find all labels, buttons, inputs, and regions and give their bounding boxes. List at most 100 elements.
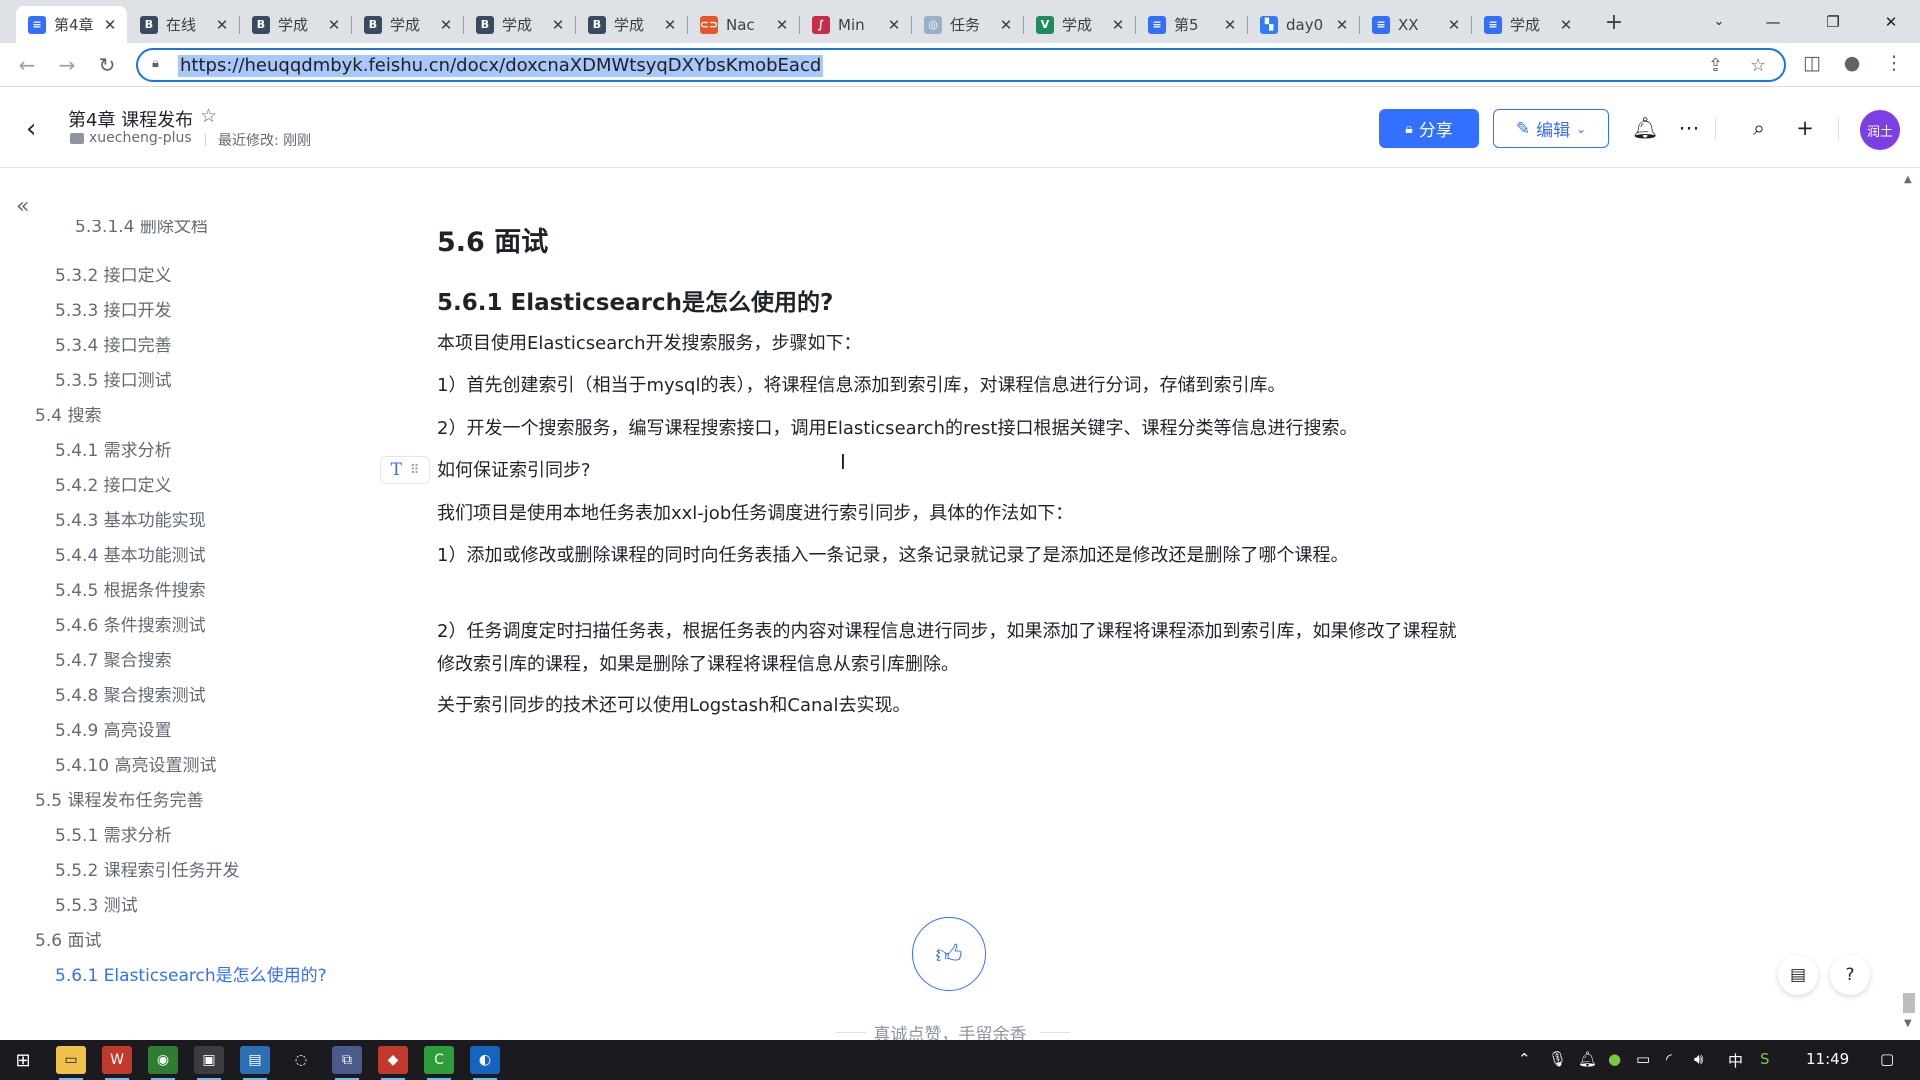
notification-bell-icon[interactable]: 🔔︎ [1578,1050,1597,1068]
url-text[interactable]: https://heuqqdmbyk.feishu.cn/docx/doxcna… [178,55,824,77]
microphone-icon[interactable]: 🎙︎ [1548,1050,1567,1068]
close-tab-icon[interactable]: ✕ [1557,16,1575,34]
battery-icon[interactable]: ▭ [1636,1050,1650,1068]
close-tab-icon[interactable]: ✕ [661,16,679,34]
outline-item[interactable]: 5.4.8 聚合搜索测试 [55,681,206,706]
back-icon[interactable]: ← [12,50,42,80]
block-handle[interactable]: T ⠿ [380,456,430,484]
obs-icon[interactable]: ◌ [286,1046,316,1074]
outline-item[interactable]: 5.4.9 高亮设置 [55,716,172,741]
tab-search-icon[interactable]: ⌄ [1696,8,1742,36]
close-window-button[interactable]: ✕ [1868,8,1914,36]
share-page-icon[interactable]: ⇪ [1708,55,1723,76]
scroll-up-icon[interactable]: ▲ [1904,174,1912,185]
ime-indicator[interactable]: 中 [1728,1050,1743,1071]
browser-tab[interactable]: ◎ 任务 ✕ [912,6,1023,43]
collapse-outline-icon[interactable]: « [16,194,29,219]
side-panel-icon[interactable]: ◫ [1798,52,1826,74]
browser-tab[interactable]: V 学成 ✕ [1024,6,1135,43]
close-tab-icon[interactable]: ✕ [437,16,455,34]
minimize-button[interactable]: — [1750,8,1796,36]
outline-item[interactable]: 5.4.5 根据条件搜索 [55,576,206,601]
close-tab-icon[interactable]: ✕ [1333,16,1351,34]
volume-icon[interactable]: 🔊︎ [1694,1050,1703,1068]
outline-item[interactable]: 5.4.1 需求分析 [55,436,172,461]
outline-item[interactable]: 5.4.3 基本功能实现 [55,506,206,531]
browser-tab[interactable]: ≡ 第4章 ✕ [16,6,127,43]
outline-item[interactable]: 5.3.5 接口测试 [55,366,172,391]
close-tab-icon[interactable]: ✕ [325,16,343,34]
browser-tab[interactable]: ▚ day0 ✕ [1248,6,1359,43]
doc-title[interactable]: 第4章 课程发布 [68,106,193,132]
outline-item[interactable]: 5.6.1 Elasticsearch是怎么使用的? [55,961,327,986]
browser-tab[interactable]: B 学成 ✕ [352,6,463,43]
screen-recorder-icon[interactable]: ▣ [194,1046,224,1080]
search-icon[interactable]: ⌕ [1744,116,1774,141]
browser-tab[interactable]: B 在线 ✕ [128,6,239,43]
close-tab-icon[interactable]: ✕ [1221,16,1239,34]
outline-item[interactable]: 5.4.4 基本功能测试 [55,541,206,566]
close-tab-icon[interactable]: ✕ [549,16,567,34]
clock[interactable]: 11:49 [1806,1050,1849,1068]
profile-icon[interactable]: ● [1838,52,1866,74]
browser-tab[interactable]: ≡ 学成 ✕ [1472,6,1583,43]
maximize-button[interactable]: ❐ [1810,8,1856,36]
browser-tab[interactable]: ≡ XX ✕ [1360,6,1471,43]
redis-icon[interactable]: ◆ [378,1046,408,1080]
outline-item[interactable]: 5.6 面试 [35,926,101,951]
browser-tab[interactable]: ⊂⊃ Nac ✕ [688,6,799,43]
input-method-icon[interactable]: S [1760,1050,1770,1068]
outline-item[interactable]: 5.3.1.4 删除文档 [75,220,208,237]
add-icon[interactable]: + [1790,116,1820,140]
terminal-icon[interactable]: C [424,1046,454,1080]
close-tab-icon[interactable]: ✕ [213,16,231,34]
avatar[interactable]: 润土 [1860,110,1900,150]
browser-tab[interactable]: B 学成 ✕ [464,6,575,43]
close-tab-icon[interactable]: ✕ [101,16,119,34]
share-button[interactable]: 🔒︎ 分享 [1379,109,1479,148]
outline-item[interactable]: 5.3.3 接口开发 [55,296,172,321]
browser-menu-icon[interactable]: ⋮ [1880,52,1908,74]
outline-item[interactable]: 5.5.2 课程索引任务开发 [55,856,240,881]
favorite-star-icon[interactable]: ☆ [200,105,217,127]
outline-item[interactable]: 5.5.1 需求分析 [55,821,172,846]
new-tab-button[interactable]: + [1600,10,1628,38]
drag-handle-icon[interactable]: ⠿ [410,463,420,478]
edit-button[interactable]: ✎ 编辑 ⌄ [1493,109,1609,148]
close-tab-icon[interactable]: ✕ [885,16,903,34]
more-icon[interactable]: ⋯ [1674,116,1704,140]
scroll-down-icon[interactable]: ▼ [1904,1018,1912,1029]
wps-icon[interactable]: W [102,1046,132,1080]
bell-icon[interactable]: 🔔︎ [1630,116,1660,141]
comment-list-icon[interactable]: ▤ [1778,955,1818,995]
outline-item[interactable]: 5.4.7 聚合搜索 [55,646,172,671]
idea-icon[interactable]: ◐ [470,1046,500,1080]
back-arrow-icon[interactable]: ‹ [26,114,36,144]
remote-desktop-icon[interactable]: ▤ [240,1046,270,1080]
outline-item[interactable]: 5.4.2 接口定义 [55,471,172,496]
close-tab-icon[interactable]: ✕ [1109,16,1127,34]
action-center-icon[interactable]: ▢ [1880,1050,1894,1068]
forward-icon[interactable]: → [52,50,82,80]
vmware-icon[interactable]: ⧉ [332,1046,362,1080]
outline-item[interactable]: 5.4.10 高亮设置测试 [55,751,216,776]
file-explorer-icon[interactable]: ▭ [56,1046,86,1080]
browser-tab[interactable]: ∫ Min ✕ [800,6,911,43]
text-block-icon[interactable]: T [391,460,402,480]
help-icon[interactable]: ? [1830,955,1870,995]
like-button[interactable]: 👍︎ [912,917,986,991]
app-tray-icon[interactable]: ● [1608,1050,1621,1068]
outline-item[interactable]: 5.4 搜索 [35,401,101,426]
chrome-icon[interactable]: ◉ [148,1046,178,1080]
tray-chevron-icon[interactable]: ⌃ [1518,1050,1531,1068]
address-bar[interactable]: 🔒︎ https://heuqqdmbyk.feishu.cn/docx/dox… [136,48,1786,82]
browser-tab[interactable]: B 学成 ✕ [240,6,351,43]
browser-tab[interactable]: B 学成 ✕ [576,6,687,43]
outline-item[interactable]: 5.3.4 接口完善 [55,331,172,356]
vertical-scrollbar[interactable]: ▲ ▼ [1898,170,1920,1030]
outline-item[interactable]: 5.4.6 条件搜索测试 [55,611,206,636]
outline-item[interactable]: 5.5 课程发布任务完善 [35,786,203,811]
space-name[interactable]: xuecheng-plus [89,130,192,146]
close-tab-icon[interactable]: ✕ [773,16,791,34]
close-tab-icon[interactable]: ✕ [997,16,1015,34]
